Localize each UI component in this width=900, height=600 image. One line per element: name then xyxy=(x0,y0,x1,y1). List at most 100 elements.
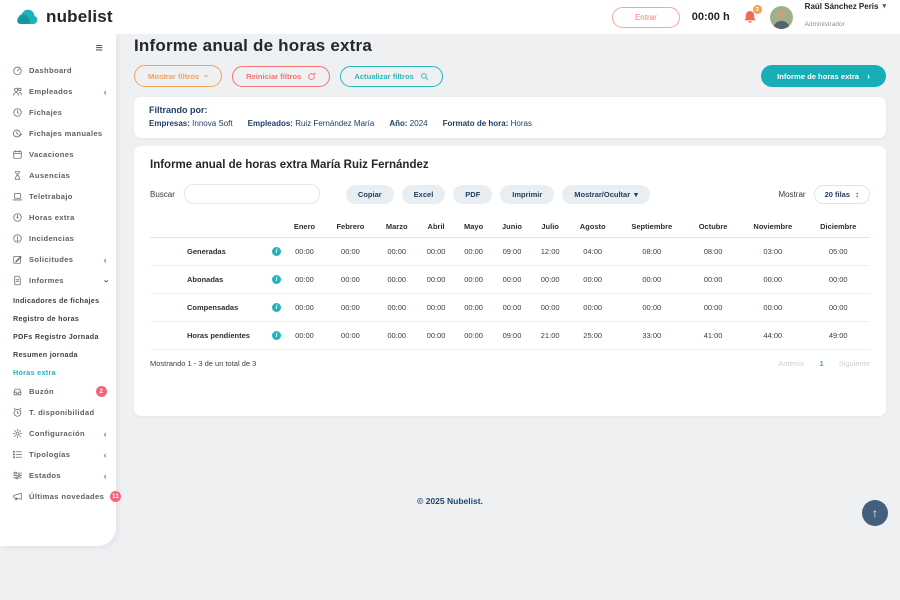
page-title: Informe anual de horas extra xyxy=(134,36,372,56)
document-icon xyxy=(12,275,23,286)
value-cell: 00:00 xyxy=(532,266,569,294)
next-page-button[interactable]: Siguiente xyxy=(839,359,870,368)
column-header-enero: Enero xyxy=(284,216,325,238)
sidebar-subitem-resumen-jornada[interactable]: Resumen jornada xyxy=(0,345,116,363)
brand-logo[interactable]: nubelist xyxy=(16,7,113,27)
cloud-logo-icon xyxy=(16,9,40,26)
megaphone-icon xyxy=(12,491,23,502)
value-cell: 00:00 xyxy=(284,238,325,266)
sidebar-item-label: Fichajes xyxy=(29,108,62,117)
value-cell: 09:00 xyxy=(493,322,532,350)
value-cell: 00:00 xyxy=(417,322,454,350)
notifications-bell-icon[interactable]: 3 xyxy=(742,9,758,25)
info-icon[interactable]: i xyxy=(272,247,281,256)
value-cell: 08:00 xyxy=(687,238,739,266)
value-cell: 00:00 xyxy=(532,294,569,322)
show-filters-button[interactable]: Mostrar filtros › xyxy=(134,65,222,87)
row-label-cell: Compensadasi xyxy=(150,294,284,322)
sidebar-item-vacaciones[interactable]: Vacaciones xyxy=(0,144,116,165)
sidebar-item-ausencias[interactable]: Ausencias xyxy=(0,165,116,186)
sidebar-item-teletrabajo[interactable]: Teletrabajo xyxy=(0,186,116,207)
search-label: Buscar xyxy=(150,190,175,199)
sidebar-item-solicitudes[interactable]: Solicitudes‹ xyxy=(0,249,116,270)
value-cell: 00:00 xyxy=(325,266,376,294)
report-title: Informe anual de horas extra María Ruiz … xyxy=(150,159,870,171)
sidebar-item-fichajes-manuales[interactable]: Fichajes manuales xyxy=(0,123,116,144)
sidebar-item-label: Últimas novedades xyxy=(29,492,104,501)
page-1-button[interactable]: 1 xyxy=(820,359,824,368)
value-cell: 05:00 xyxy=(806,238,870,266)
scroll-to-top-button[interactable]: ↑ xyxy=(862,500,888,526)
app-root: nubelist Entrar 00:00 h 3 xyxy=(0,0,900,600)
info-icon[interactable]: i xyxy=(272,303,281,312)
select-arrows-icon: ↕ xyxy=(855,190,859,199)
sidebar-item-empleados[interactable]: Empleados‹ xyxy=(0,81,116,102)
sidebar-item-estados[interactable]: Estados‹ xyxy=(0,465,116,486)
info-icon[interactable]: i xyxy=(272,275,281,284)
value-cell: 00:00 xyxy=(455,238,493,266)
sidebar-subitem-horas-extra[interactable]: Horas extra xyxy=(0,363,116,381)
sidebar-item-configuracion[interactable]: Configuración‹ xyxy=(0,423,116,444)
alert-circle-icon xyxy=(12,233,23,244)
table-row: Horas pendientesi00:0000:0000:0000:0000:… xyxy=(150,322,870,350)
brand-name: nubelist xyxy=(46,7,113,27)
sidebar-item-ultimas-novedades[interactable]: Últimas novedades11 xyxy=(0,486,116,507)
value-cell: 00:00 xyxy=(687,266,739,294)
arrow-up-icon: ↑ xyxy=(872,506,878,520)
sidebar-item-tipologias[interactable]: Tipologías‹ xyxy=(0,444,116,465)
filter-chips: Empresas: Innova SoftEmpleados: Ruiz Fer… xyxy=(149,119,871,128)
clock-edit-icon xyxy=(12,128,23,139)
sidebar-item-dashboard[interactable]: Dashboard xyxy=(0,60,116,81)
filters-toolbar: Mostrar filtros › Reiniciar filtros Actu… xyxy=(134,65,886,87)
column-header-abril: Abril xyxy=(417,216,454,238)
caret-down-icon: ▾ xyxy=(634,190,638,199)
export-pdf-button[interactable]: PDF xyxy=(453,185,492,204)
toggle-columns-button[interactable]: Mostrar/Ocultar ▾ xyxy=(562,185,650,204)
table-row: Abonadasi00:0000:0000:0000:0000:0000:000… xyxy=(150,266,870,294)
main-content: Informe anual de horas extra Mostrar fil… xyxy=(116,34,900,600)
worked-time: 00:00 h xyxy=(692,11,730,23)
sidebar-item-fichajes[interactable]: Fichajes xyxy=(0,102,116,123)
value-cell: 21:00 xyxy=(532,322,569,350)
row-label: Generadas xyxy=(187,247,226,256)
rows-per-page-select[interactable]: 20 filas ↕ xyxy=(814,185,870,204)
calendar-icon xyxy=(12,149,23,160)
sidebar-item-buzon[interactable]: Buzón2 xyxy=(0,381,116,402)
column-header-julio: Julio xyxy=(532,216,569,238)
sidebar-item-label: Fichajes manuales xyxy=(29,129,102,138)
menu-icon[interactable]: ≡ xyxy=(95,40,103,55)
chevron-right-icon: › xyxy=(867,71,870,81)
export-copiar-button[interactable]: Copiar xyxy=(346,185,394,204)
sidebar-item-incidencias[interactable]: Incidencias xyxy=(0,228,116,249)
sidebar-item-t-disponibilidad[interactable]: T. disponibilidad xyxy=(0,402,116,423)
sidebar-subitem-indicadores-de-fichajes[interactable]: Indicadores de fichajes xyxy=(0,291,116,309)
clock-in-button[interactable]: Entrar xyxy=(612,7,680,28)
value-cell: 04:00 xyxy=(569,238,617,266)
user-avatar[interactable] xyxy=(770,6,793,29)
export-excel-button[interactable]: Excel xyxy=(402,185,446,204)
top-bar: nubelist Entrar 00:00 h 3 xyxy=(0,0,900,34)
previous-page-button[interactable]: Anterior xyxy=(778,359,804,368)
sidebar-subitem-pdfs-registro-jornada[interactable]: PDFs Registro Jornada xyxy=(0,327,116,345)
filter-label: Empresas: xyxy=(149,119,192,128)
column-header-octubre: Octubre xyxy=(687,216,739,238)
inbox-icon xyxy=(12,386,23,397)
table-corner-cell xyxy=(150,216,284,238)
info-icon[interactable]: i xyxy=(272,331,281,340)
user-menu[interactable]: Raúl Sánchez Peris ▾ Administrador xyxy=(805,2,886,32)
sidebar-subitem-registro-de-horas[interactable]: Registro de horas xyxy=(0,309,116,327)
value-cell: 00:00 xyxy=(325,322,376,350)
search-input[interactable] xyxy=(184,184,320,204)
value-cell: 00:00 xyxy=(376,294,418,322)
value-cell: 00:00 xyxy=(376,238,418,266)
update-filters-button[interactable]: Actualizar filtros xyxy=(340,66,443,87)
report-card: Informe anual de horas extra María Ruiz … xyxy=(134,146,886,416)
export-imprimir-button[interactable]: Imprimir xyxy=(500,185,554,204)
sidebar-item-informes[interactable]: Informes‹ xyxy=(0,270,116,291)
reset-filters-button[interactable]: Reiniciar filtros xyxy=(232,66,330,87)
overtime-report-button[interactable]: Informe de horas extra › xyxy=(761,65,886,87)
column-header-agosto: Agosto xyxy=(569,216,617,238)
sidebar-item-horas-extra[interactable]: Horas extra xyxy=(0,207,116,228)
value-cell: 00:00 xyxy=(739,294,806,322)
value-cell: 00:00 xyxy=(455,294,493,322)
